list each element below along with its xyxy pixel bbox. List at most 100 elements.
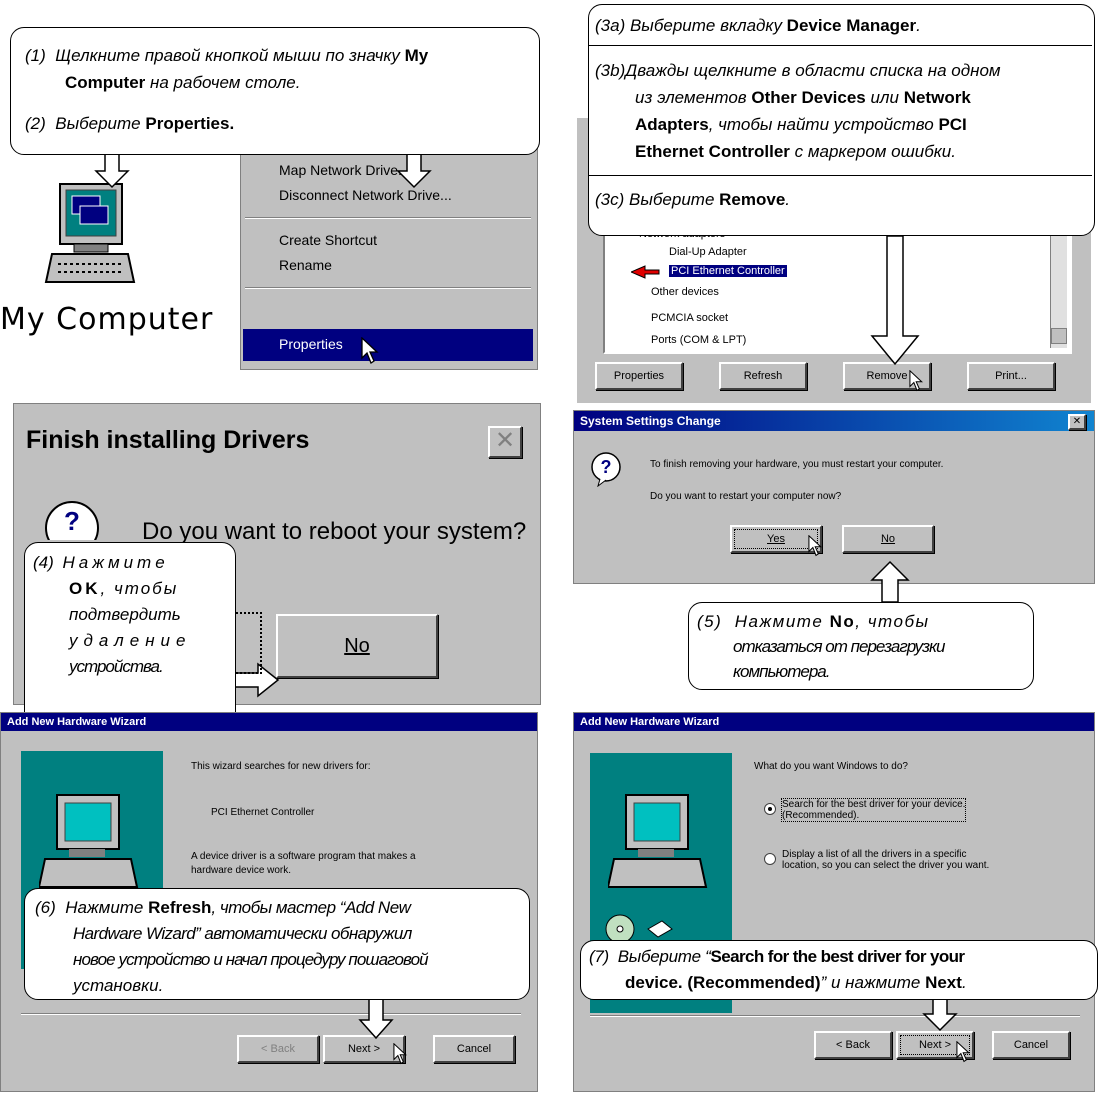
step5-text: Нажмите <box>734 612 830 631</box>
radio-search-best[interactable] <box>764 803 776 815</box>
step7-text: Выберите “ <box>617 947 711 966</box>
step1-text-end: на рабочем столе. <box>145 73 301 92</box>
ok-button-partial[interactable] <box>232 612 262 674</box>
svg-text:?: ? <box>601 457 612 477</box>
step6-text: Нажмите <box>65 898 149 917</box>
step7-bold2: device. (Recommended) <box>625 973 821 992</box>
step2-text: Выберите <box>55 114 146 133</box>
my-computer-icon[interactable] <box>44 182 136 290</box>
step3b-text5: с маркером ошибки. <box>789 142 956 161</box>
menu-item-map-network-drive[interactable]: Map Network Drive... <box>279 162 410 178</box>
close-button[interactable]: ✕ <box>1068 414 1086 430</box>
computer-icon <box>608 794 708 888</box>
no-button[interactable]: No <box>842 525 934 553</box>
step5-text2: , чтобы <box>855 612 930 631</box>
step6-text4: новое устройство и начал процедуру пошаг… <box>73 950 429 969</box>
tree-item-other-devices[interactable]: Other devices <box>651 286 719 298</box>
step-number: (4) <box>33 553 54 572</box>
wizard-line-1: This wizard searches for new drivers for… <box>191 761 371 772</box>
callout-step-6: (6) Нажмите Refresh, чтобы мастер “Add N… <box>24 888 530 1000</box>
menu-item-rename[interactable]: Rename <box>279 257 332 273</box>
no-button-label: No <box>344 635 370 657</box>
arrow-down-icon <box>922 996 958 1032</box>
yes-button-label: Yes <box>767 533 785 545</box>
step-number: (3b) <box>595 61 626 80</box>
step-number: (3a) <box>595 16 626 35</box>
radio-display-list[interactable] <box>764 853 776 865</box>
tree-item-ports[interactable]: Ports (COM & LPT) <box>651 334 746 346</box>
tree-item-pcmcia-socket[interactable]: PCMCIA socket <box>651 312 728 324</box>
add-hardware-wizard-2: Add New Hardware Wizard What do you want… <box>573 712 1095 1092</box>
cancel-button[interactable]: Cancel <box>433 1035 515 1063</box>
step5-text3: отказаться от перезагрузки <box>733 637 945 656</box>
option-search-best-label[interactable]: Search for the best driver for your devi… <box>780 798 967 822</box>
step-number: (2) <box>25 114 46 133</box>
mouse-cursor-icon <box>808 535 823 557</box>
menu-item-create-shortcut[interactable]: Create Shortcut <box>279 232 377 248</box>
menu-item-disconnect-network-drive[interactable]: Disconnect Network Drive... <box>279 187 452 203</box>
arrow-up-icon <box>870 560 910 603</box>
menu-item-properties-label: Properties <box>279 336 343 352</box>
step3b-text: Дважды щелкните в области списка на одно… <box>625 61 1001 80</box>
step7-end: . <box>961 973 967 992</box>
callout-step-7: (7) Выберите “Search for the best driver… <box>580 940 1098 1000</box>
step3b-bold1: Other Devices <box>751 88 866 107</box>
step3b-bold5: Ethernet Controller <box>635 142 790 161</box>
properties-button[interactable]: Properties <box>595 362 683 390</box>
step5-text4: компьютера. <box>733 662 830 681</box>
dialog-titlebar: System Settings Change <box>574 411 1094 431</box>
step-number: (6) <box>35 898 56 917</box>
refresh-button[interactable]: Refresh <box>719 362 807 390</box>
dialog-title: System Settings Change <box>580 414 721 428</box>
mouse-cursor-icon <box>956 1041 971 1063</box>
step3b-text3: или <box>865 88 904 107</box>
dialog-line-2: Do you want to restart your computer now… <box>650 491 842 502</box>
step2-bold: Properties. <box>145 114 235 133</box>
step4-text2: , чтобы <box>100 579 179 598</box>
tree-item-pci-ethernet[interactable]: PCI Ethernet Controller <box>669 265 787 277</box>
step3b-text2: из элементов <box>635 88 752 107</box>
system-settings-dialog: System Settings Change ✕ ? To finish rem… <box>573 410 1095 584</box>
wizard-line-3: hardware device work. <box>191 865 292 876</box>
step6-text2: , чтобы мастер “Add New <box>211 898 411 917</box>
step3b-bold4: PCI <box>938 115 967 134</box>
step-number: (3c) <box>595 190 625 209</box>
step7-bold3: Next <box>925 973 962 992</box>
wizard-line-2: A device driver is a software program th… <box>191 851 416 862</box>
back-button[interactable]: < Back <box>814 1031 892 1059</box>
tree-item-dialup-adapter[interactable]: Dial-Up Adapter <box>669 246 747 258</box>
step7-text2: ” и нажмите <box>820 973 926 992</box>
wizard-question: What do you want Windows to do? <box>754 761 908 772</box>
back-button[interactable]: < Back <box>237 1035 319 1063</box>
step4-text3: подтвердить <box>69 605 181 624</box>
no-button[interactable]: No <box>276 614 438 678</box>
mouse-cursor-icon <box>361 337 379 364</box>
close-button[interactable]: ✕ <box>488 426 522 458</box>
context-menu: Map Network Drive... Disconnect Network … <box>240 143 538 370</box>
step4-text5: устройства. <box>69 657 164 676</box>
step3c-text: Выберите <box>629 190 720 209</box>
question-icon: ? <box>45 501 99 540</box>
svg-text:?: ? <box>64 506 80 536</box>
step4-bold: OK <box>69 579 101 598</box>
step3c-end: . <box>785 190 791 209</box>
menu-divider <box>245 217 531 219</box>
option-display-list-label[interactable]: Display a list of all the drivers in a s… <box>782 849 989 871</box>
error-marker-icon <box>631 265 660 279</box>
step1-bold-computer: Computer <box>65 73 146 92</box>
print-button[interactable]: Print... <box>967 362 1055 390</box>
cancel-button[interactable]: Cancel <box>992 1031 1070 1059</box>
step4-text: Нажмите <box>62 553 169 572</box>
step3c-bold: Remove <box>719 190 786 209</box>
step3a-bold: Device Manager <box>786 16 917 35</box>
arrow-down-icon <box>870 236 920 366</box>
scroll-down-button[interactable] <box>1051 328 1067 344</box>
step5-bold: No <box>829 612 856 631</box>
step3b-bold3: Adapters <box>635 115 709 134</box>
menu-item-properties[interactable]: Properties <box>243 329 533 361</box>
step3a-text: Выберите вкладку <box>629 16 787 35</box>
divider <box>589 45 1092 46</box>
step7-bold: Search for the best driver for your <box>710 947 966 966</box>
menu-divider <box>245 287 531 289</box>
dialog-title: Finish installing Drivers <box>26 426 310 454</box>
